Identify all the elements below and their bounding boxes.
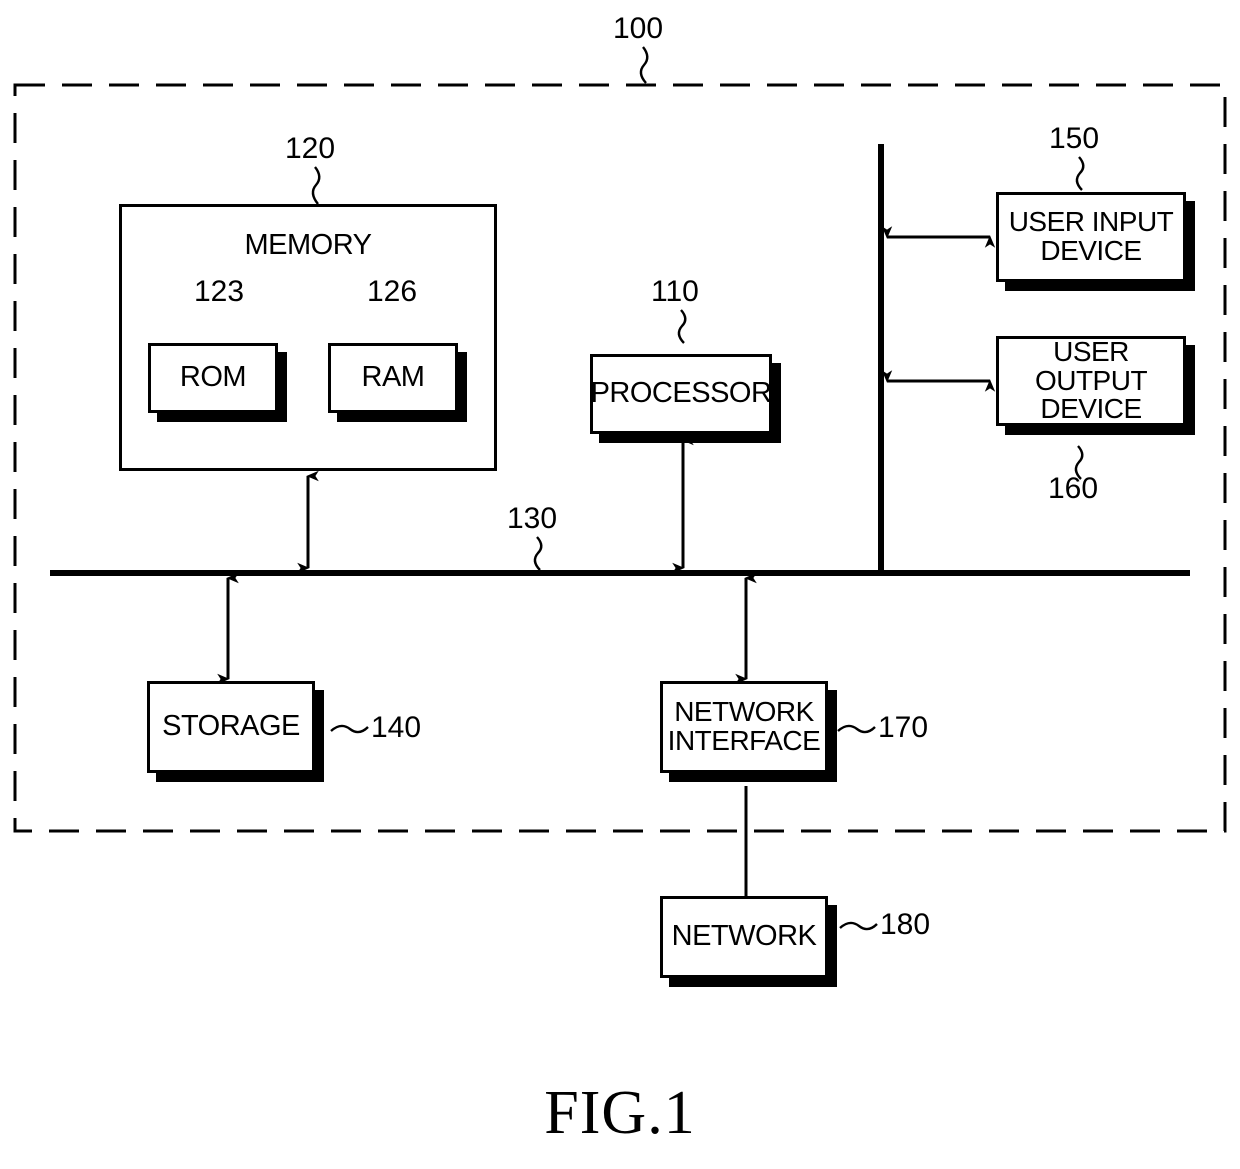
refnum-110: 110 bbox=[651, 275, 699, 308]
leader-180 bbox=[839, 921, 878, 931]
network-interface-label: NETWORK INTERFACE bbox=[667, 696, 821, 756]
user-output-device-block: USER OUTPUT DEVICE bbox=[996, 336, 1186, 426]
leader-170 bbox=[837, 724, 876, 734]
leader-130 bbox=[533, 536, 543, 571]
processor-label: PROCESSOR bbox=[590, 377, 772, 410]
leader-120 bbox=[311, 166, 321, 205]
refnum-150: 150 bbox=[1049, 122, 1100, 155]
figure-caption: FIG.1 bbox=[544, 1079, 696, 1147]
rom-block: ROM bbox=[148, 343, 278, 413]
user-output-device-label: USER OUTPUT DEVICE bbox=[1034, 336, 1148, 425]
refnum-120: 120 bbox=[285, 132, 336, 165]
memory-block: MEMORY bbox=[119, 204, 497, 471]
network-label: NETWORK bbox=[671, 920, 817, 953]
network-block: NETWORK bbox=[660, 896, 828, 978]
refnum-160: 160 bbox=[1048, 472, 1099, 505]
leader-150 bbox=[1075, 156, 1085, 191]
user-input-device-block: USER INPUT DEVICE bbox=[996, 192, 1186, 282]
figure-linework bbox=[13, 46, 1227, 931]
refnum-170: 170 bbox=[878, 711, 929, 744]
network-interface-block: NETWORK INTERFACE bbox=[660, 681, 828, 773]
leader-140 bbox=[330, 724, 369, 734]
refnum-100: 100 bbox=[613, 12, 664, 45]
rom-label: ROM bbox=[179, 361, 247, 394]
refnum-180: 180 bbox=[880, 908, 931, 941]
refnum-130: 130 bbox=[507, 502, 558, 535]
refnum-123: 123 bbox=[194, 275, 245, 308]
refnum-126: 126 bbox=[367, 275, 418, 308]
leader-110 bbox=[677, 309, 687, 344]
user-input-device-label: USER INPUT DEVICE bbox=[1008, 206, 1174, 266]
ram-label: RAM bbox=[361, 361, 425, 394]
memory-title: MEMORY bbox=[244, 229, 372, 261]
storage-block: STORAGE bbox=[147, 681, 315, 773]
patent-figure: MEMORY ROM RAM PROCESSOR USER INPUT DEVI… bbox=[0, 0, 1240, 1169]
storage-label: STORAGE bbox=[162, 710, 300, 743]
refnum-140: 140 bbox=[371, 711, 422, 744]
leader-100 bbox=[639, 46, 649, 84]
ram-block: RAM bbox=[328, 343, 458, 413]
processor-block: PROCESSOR bbox=[590, 354, 772, 434]
